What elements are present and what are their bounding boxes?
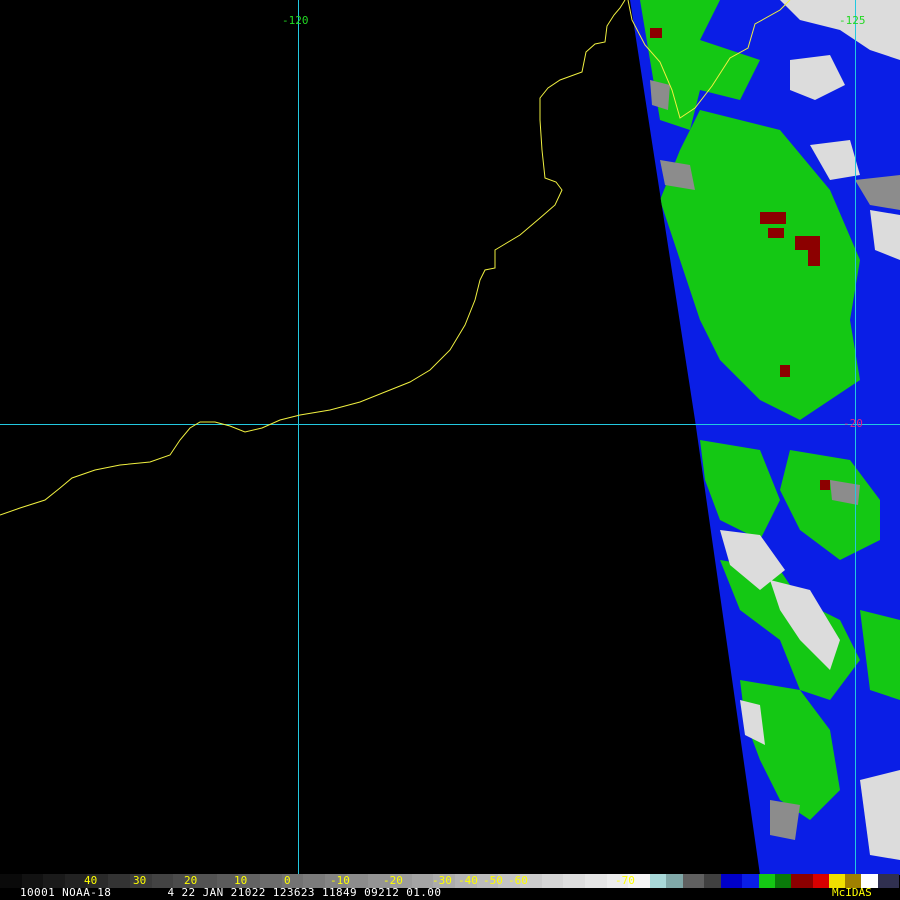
longitude-label: -125 <box>839 14 866 27</box>
longitude-label: -120 <box>282 14 309 27</box>
scale-label: -70 <box>615 874 635 887</box>
scale-label: -50 <box>483 874 503 887</box>
scale-label: -40 <box>458 874 478 887</box>
latitude-label: -20 <box>843 417 863 430</box>
scale-label: -60 <box>508 874 528 887</box>
satellite-map <box>0 0 900 900</box>
image-info-line: 10001 NOAA-18 4 22 JAN 21022 123623 1184… <box>20 886 442 899</box>
mcidas-brand-label: McIDAS <box>832 886 872 899</box>
